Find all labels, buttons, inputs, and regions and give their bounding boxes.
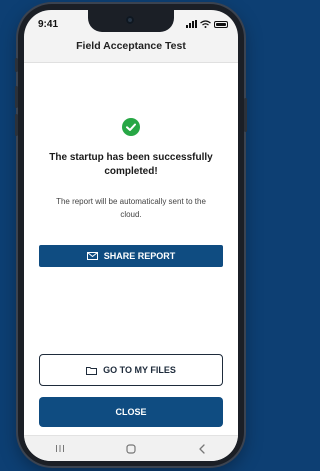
camera-icon [126,16,134,24]
folder-icon [86,366,98,375]
share-report-button[interactable]: SHARE REPORT [39,245,223,267]
phone-power-button [244,98,247,132]
go-to-my-files-button[interactable]: GO TO MY FILES [39,354,223,386]
success-headline: The startup has been successfully comple… [49,152,213,177]
envelope-icon [86,252,98,260]
cloud-info-text: The report will be automatically sent to… [56,197,206,219]
share-report-label: SHARE REPORT [103,251,176,261]
page-title: Field Acceptance Test [76,40,186,52]
back-icon[interactable] [187,436,217,461]
phone-side-button [15,58,18,72]
battery-icon [214,20,228,28]
wifi-icon [200,20,211,28]
app-screen: 9:41 Field Acceptance Test The startup h… [24,10,238,461]
notch [88,10,174,32]
status-icons [186,20,228,28]
signal-icon [186,20,197,28]
home-icon[interactable] [116,436,146,461]
close-button[interactable]: CLOSE [39,397,223,427]
system-nav-bar [24,435,238,461]
phone-volume-up-button [15,86,18,108]
status-time: 9:41 [38,19,59,30]
check-circle-icon [122,118,140,136]
close-label: CLOSE [115,407,147,417]
go-to-my-files-label: GO TO MY FILES [103,365,176,375]
phone-volume-down-button [15,114,18,136]
recent-apps-icon[interactable] [45,436,75,461]
